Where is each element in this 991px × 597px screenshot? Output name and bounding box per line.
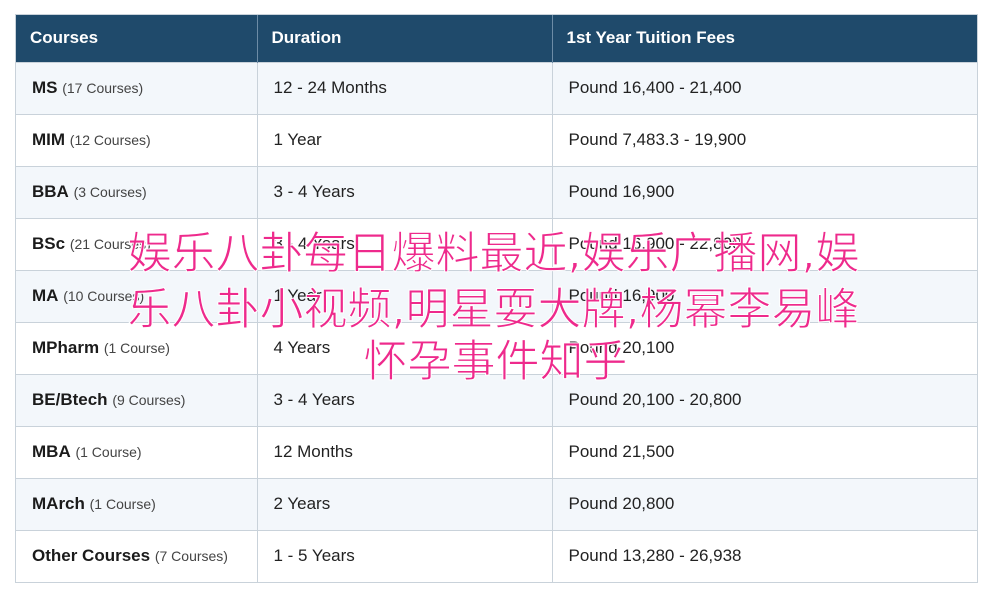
course-name: BSc — [32, 234, 66, 253]
table-row: MArch (1 Course) 2 Years Pound 20,800 — [16, 477, 977, 530]
course-count: (7 Courses) — [154, 548, 228, 565]
course-cell: BBA (3 Courses) — [16, 165, 258, 218]
course-count: (1 Course) — [75, 444, 142, 460]
course-cell: MA (10 Courses) — [16, 269, 258, 322]
course-count: (10 Courses) — [63, 288, 145, 304]
course-cell: Other Courses (7 Courses) — [16, 529, 258, 582]
course-name: MA — [32, 286, 59, 305]
course-count: (17 Courses) — [62, 80, 144, 96]
course-cell: MS (17 Courses) — [16, 61, 258, 114]
duration-cell: 12 - 24 Months — [257, 61, 553, 114]
table-row: MPharm (1 Course) 4 Years Pound 20,100 — [16, 321, 977, 374]
table-row: MBA (1 Course) 12 Months Pound 21,500 — [16, 425, 977, 478]
duration-cell: 12 Months — [257, 425, 553, 478]
header-tuition-fees: 1st Year Tuition Fees — [552, 15, 977, 62]
course-name: MBA — [32, 442, 71, 461]
course-name: MArch — [32, 494, 85, 513]
table-row: Other Courses (7 Courses) 1 - 5 Years Po… — [16, 529, 977, 582]
table-row: BE/Btech (9 Courses) 3 - 4 Years Pound 2… — [16, 373, 977, 426]
fees-cell: Pound 7,483.3 - 19,900 — [552, 113, 977, 166]
duration-cell: 3 - 4 Years — [257, 217, 553, 270]
course-count: (3 Courses) — [73, 184, 147, 200]
table-row: BSc (21 Courses) 3 - 4 Years Pound 16,90… — [16, 217, 977, 270]
course-cell: BSc (21 Courses) — [16, 217, 258, 270]
fees-cell: Pound 16,900 - 22,800 — [552, 217, 977, 270]
table-row: BBA (3 Courses) 3 - 4 Years Pound 16,900 — [16, 165, 977, 218]
tuition-fees-table: Courses Duration 1st Year Tuition Fees M… — [16, 15, 977, 582]
course-name: MPharm — [32, 338, 100, 357]
fees-cell: Pound 20,100 — [552, 321, 977, 374]
course-cell: MPharm (1 Course) — [16, 321, 258, 374]
duration-cell: 1 Year — [257, 113, 553, 166]
course-count: (1 Course) — [103, 340, 170, 356]
fees-cell: Pound 20,800 — [552, 477, 977, 530]
course-name: Other Courses — [32, 546, 151, 566]
course-cell: BE/Btech (9 Courses) — [16, 373, 258, 426]
course-name: MIM — [32, 130, 66, 149]
fees-cell: Pound 16,400 - 21,400 — [552, 61, 977, 114]
course-count: (9 Courses) — [112, 392, 186, 408]
course-count: (12 Courses) — [69, 132, 151, 148]
course-name: BE/Btech — [32, 390, 108, 409]
course-count: (1 Course) — [89, 496, 156, 512]
header-courses: Courses — [16, 15, 258, 62]
fees-cell: Pound 16,900 — [552, 269, 977, 322]
course-cell: MArch (1 Course) — [16, 477, 258, 530]
table-row: MIM (12 Courses) 1 Year Pound 7,483.3 - … — [16, 113, 977, 166]
course-name: BBA — [32, 182, 69, 201]
duration-cell: 3 - 4 Years — [257, 373, 553, 426]
duration-cell: 1 Year — [257, 269, 553, 322]
duration-cell: 2 Years — [257, 477, 553, 530]
table-row: MS (17 Courses) 12 - 24 Months Pound 16,… — [16, 61, 977, 114]
fees-cell: Pound 16,900 — [552, 165, 977, 218]
duration-cell: 3 - 4 Years — [257, 165, 553, 218]
duration-cell: 1 - 5 Years — [257, 529, 553, 582]
table-header-row: Courses Duration 1st Year Tuition Fees — [16, 15, 977, 62]
tuition-table-container: Courses Duration 1st Year Tuition Fees M… — [15, 14, 978, 583]
course-cell: MBA (1 Course) — [16, 425, 258, 478]
fees-cell: Pound 13,280 - 26,938 — [552, 529, 977, 582]
table-row: MA (10 Courses) 1 Year Pound 16,900 — [16, 269, 977, 322]
fees-cell: Pound 21,500 — [552, 425, 977, 478]
fees-cell: Pound 20,100 - 20,800 — [552, 373, 977, 426]
header-duration: Duration — [257, 15, 553, 62]
course-name: MS — [32, 78, 58, 97]
duration-cell: 4 Years — [257, 321, 553, 374]
course-cell: MIM (12 Courses) — [16, 113, 258, 166]
course-count: (21 Courses) — [69, 236, 151, 252]
